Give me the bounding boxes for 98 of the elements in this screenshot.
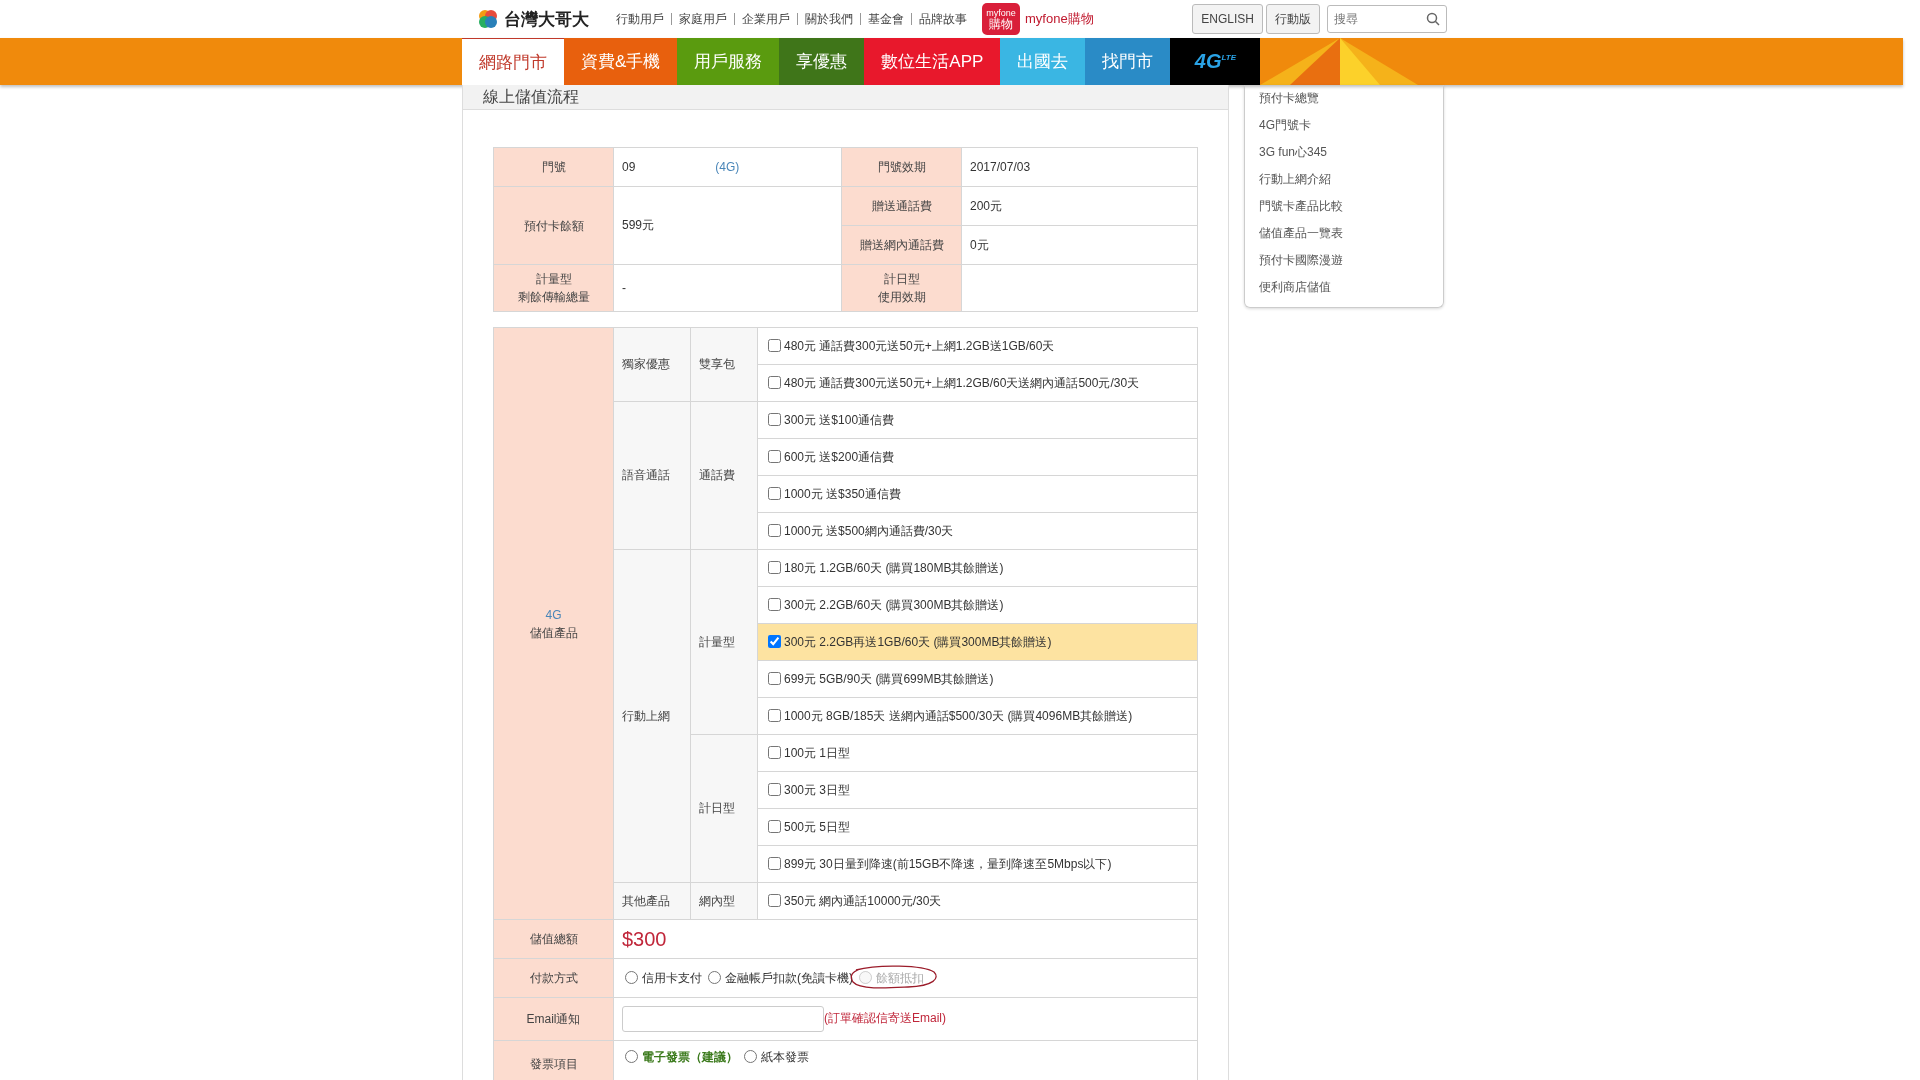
option-label: 1000元 送$350通信費 (784, 486, 901, 501)
field-value: - (613, 264, 842, 312)
option-label: 1000元 8GB/185天 送網內通話$500/30天 (購買4096MB其餘贈送) (784, 708, 1133, 723)
field-value: 0元 (961, 225, 1198, 265)
group-label: 獨家優惠 (613, 327, 691, 402)
field-label: 計日型 使用效期 (841, 264, 962, 312)
option-checkbox[interactable] (768, 819, 781, 833)
field-label: 門號效期 (841, 147, 962, 187)
payment-option: 信用卡支付 (642, 970, 702, 985)
brand-name: 台灣大哥大 (504, 8, 589, 31)
subgroup-label: 計量型 (690, 549, 758, 735)
nav-tab[interactable]: 享優惠 (779, 38, 865, 85)
field-label: 付款方式 (493, 958, 614, 998)
option-label: 300元 2.2GB/60天 (購買300MB其餘贈送) (784, 597, 1004, 612)
lte-logo[interactable]: 4G$^{LTE}$ (1170, 38, 1261, 85)
sidebar-link[interactable]: 行動上網介紹 (1259, 166, 1443, 193)
sidebar-link[interactable]: 預付卡總覽 (1259, 85, 1443, 112)
invoice-radio[interactable] (625, 1050, 638, 1063)
option-checkbox[interactable] (768, 375, 781, 389)
field-value: 599元 (613, 186, 842, 265)
top-link[interactable]: 關於我們 (797, 13, 860, 25)
top-button[interactable]: 行動版 (1266, 4, 1320, 34)
field-label: 計量型 剩餘傳輸總量 (493, 264, 614, 312)
top-link[interactable]: 基金會 (860, 13, 911, 25)
payment-radio[interactable] (625, 970, 638, 984)
group-label: 行動上網 (613, 549, 691, 883)
sidebar-link[interactable]: 3G fun心345 (1259, 139, 1443, 166)
invoice-option: 電子發票（建議） (642, 1050, 738, 1064)
category-label: 4G 儲值產品 (528, 606, 579, 642)
option-label: 899元 30日量到降速(前15GB不降速，量到降速至5Mbps以下) (784, 856, 1112, 871)
sidebar-link[interactable]: 儲值產品一覽表 (1259, 220, 1443, 247)
option-label: 300元 送$100通信費 (784, 412, 895, 427)
option-checkbox[interactable] (768, 412, 781, 426)
option-label: 300元 3日型 (784, 782, 851, 797)
email-field[interactable] (622, 1006, 824, 1032)
group-label: 其他產品 (613, 882, 691, 920)
option-checkbox[interactable] (768, 338, 781, 352)
subgroup-label: 計日型 (690, 734, 758, 883)
subgroup-label: 通話費 (690, 401, 758, 550)
field-label: 贈送通話費 (841, 186, 962, 226)
sidebar-link[interactable]: 預付卡國際漫遊 (1259, 247, 1443, 274)
field-label: 儲值總額 (493, 919, 614, 959)
option-label: 100元 1日型 (784, 745, 851, 760)
email-note: (訂單確認信寄送Email) (824, 1011, 946, 1026)
option-checkbox[interactable] (768, 856, 781, 870)
option-checkbox[interactable] (768, 782, 781, 796)
page-title: 線上儲值流程 (483, 86, 579, 107)
invoice-option: 紙本發票 (761, 1050, 809, 1064)
payment-option: 餘額抵扣 (876, 970, 924, 985)
option-label: 480元 通話費300元送50元+上網1.2GB送1GB/60天 (784, 338, 1055, 353)
option-checkbox[interactable] (768, 745, 781, 759)
option-label: 500元 5日型 (784, 819, 851, 834)
network-tag: (4G) (715, 160, 740, 174)
option-label: 350元 網內通話10000元/30天 (784, 893, 942, 908)
field-label: 預付卡餘額 (493, 186, 614, 265)
option-checkbox[interactable] (768, 893, 781, 907)
option-label: 480元 通話費300元送50元+上網1.2GB/60天送網內通話500元/30天 (784, 375, 1140, 390)
field-label: 門號 (493, 147, 614, 187)
group-label: 語音通話 (613, 401, 691, 550)
total-amount: $300 (622, 927, 667, 950)
invoice-radio[interactable] (744, 1050, 757, 1063)
field-value: 200元 (961, 186, 1198, 226)
subgroup-label: 雙享包 (690, 327, 758, 402)
top-link[interactable]: 品牌故事 (911, 13, 974, 25)
top-link[interactable]: 家庭用戶 (671, 13, 734, 25)
option-checkbox[interactable] (768, 708, 781, 722)
field-value: 2017/07/03 (961, 147, 1198, 187)
top-link[interactable]: 企業用戶 (734, 13, 797, 25)
nav-tab[interactable]: 找門市 (1085, 38, 1171, 85)
phone-number: 09 (622, 160, 636, 174)
sidebar-link[interactable]: 便利商店儲值 (1259, 274, 1443, 301)
logo-icon (478, 9, 498, 29)
sidebar-link[interactable]: 4G門號卡 (1259, 112, 1443, 139)
option-label: 180元 1.2GB/60天 (購買180MB其餘贈送) (784, 560, 1004, 575)
option-checkbox[interactable] (768, 597, 781, 611)
option-checkbox[interactable] (768, 560, 781, 574)
option-checkbox[interactable] (768, 486, 781, 500)
search-field[interactable]: 搜尋 (1327, 5, 1447, 33)
option-label: 600元 送$200通信費 (784, 449, 895, 464)
nav-tab[interactable]: 網路門市 (462, 38, 564, 85)
option-label: 1000元 送$500網內通話費/30天 (784, 523, 954, 538)
shop-badge[interactable]: myfone 購物 (982, 3, 1020, 35)
option-checkbox[interactable] (768, 449, 781, 463)
shop-link[interactable]: myfone購物 (1025, 10, 1094, 28)
sidebar-link[interactable]: 門號卡產品比較 (1259, 193, 1443, 220)
payment-radio[interactable] (708, 970, 721, 984)
field-label: Email通知 (493, 997, 614, 1041)
option-checkbox[interactable] (768, 634, 781, 648)
subgroup-label: 網內型 (690, 882, 758, 920)
option-label: 699元 5GB/90天 (購買699MB其餘贈送) (784, 671, 994, 686)
nav-tab[interactable]: 數位生活APP (864, 38, 1001, 85)
top-button[interactable]: ENGLISH (1192, 4, 1263, 34)
option-checkbox[interactable] (768, 671, 781, 685)
option-checkbox[interactable] (768, 523, 781, 537)
field-label: 發票項目 (493, 1040, 614, 1080)
top-link[interactable]: 行動用戶 (609, 13, 671, 25)
field-label: 贈送網內通話費 (841, 225, 962, 265)
option-label: 300元 2.2GB再送1GB/60天 (購買300MB其餘贈送) (784, 634, 1052, 649)
